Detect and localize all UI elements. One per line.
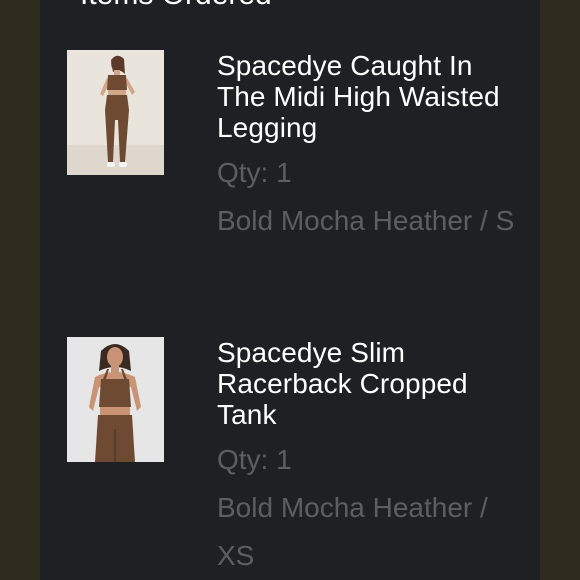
product-photo-legging-icon: [67, 50, 164, 175]
product-quantity: Qty: 1: [217, 157, 292, 188]
product-image[interactable]: [67, 50, 164, 175]
product-variant: Bold Mocha Heather / S: [217, 205, 515, 236]
product-image[interactable]: [67, 337, 164, 462]
product-variant: Bold Mocha Heather / XS: [217, 492, 488, 571]
product-info: Spacedye Caught In The Midi High Waisted…: [217, 50, 517, 245]
product-name[interactable]: Spacedye Slim Racerback Cropped Tank: [217, 337, 517, 430]
page-background: Items Ordered: [0, 0, 580, 580]
product-name[interactable]: Spacedye Caught In The Midi High Waisted…: [217, 50, 517, 143]
section-title: Items Ordered: [80, 0, 272, 12]
product-photo-tank-icon: [67, 337, 164, 462]
product-info: Spacedye Slim Racerback Cropped Tank Qty…: [217, 337, 517, 580]
order-items-panel: Items Ordered: [40, 0, 540, 580]
product-quantity: Qty: 1: [217, 444, 292, 475]
